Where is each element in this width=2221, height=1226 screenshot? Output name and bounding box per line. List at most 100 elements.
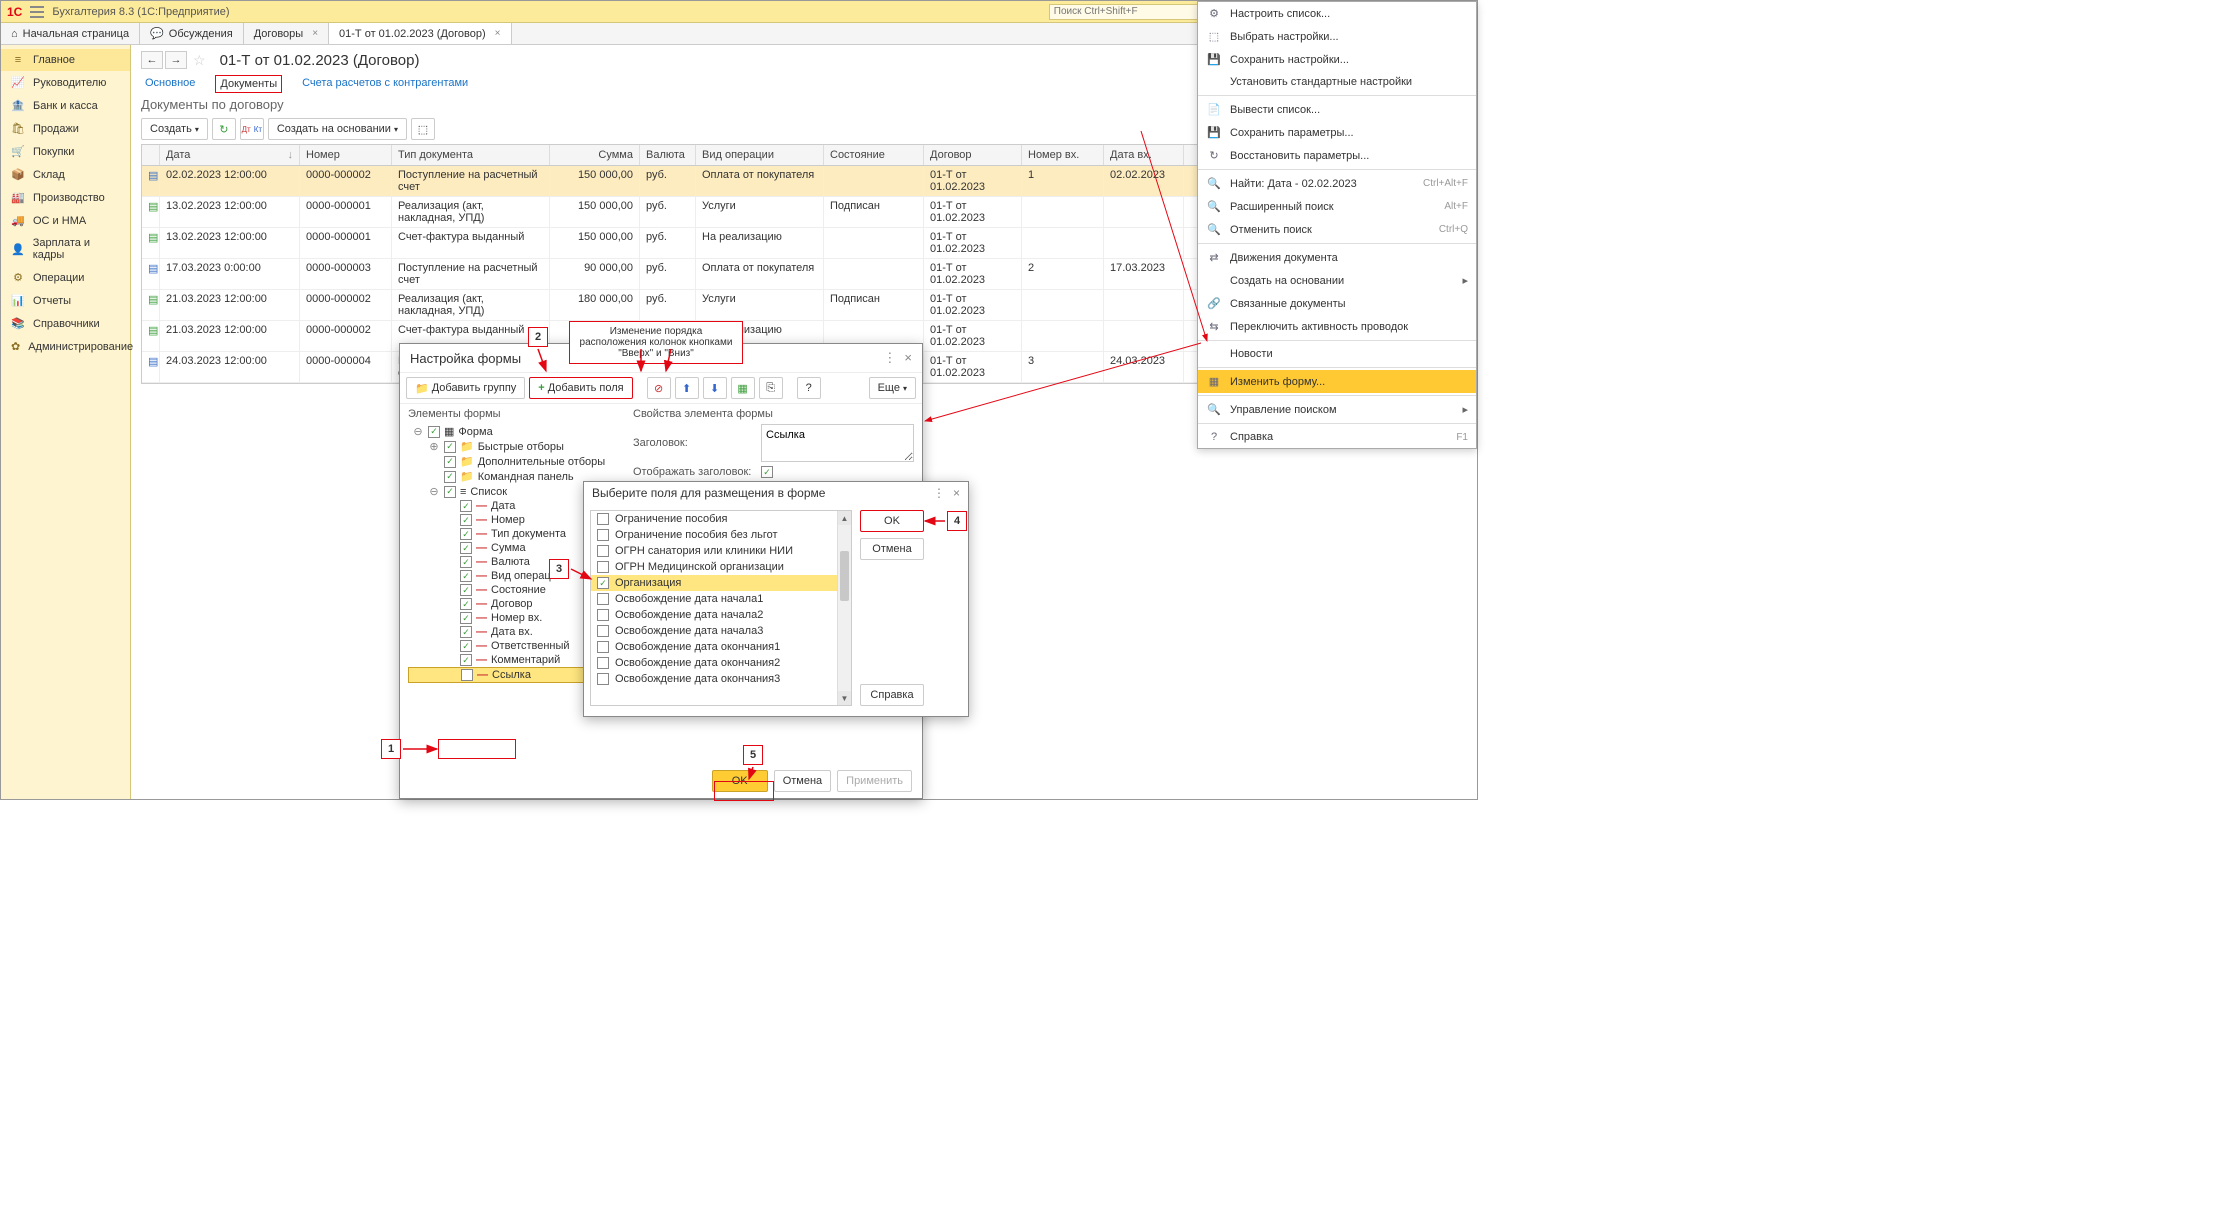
more-button[interactable]: Еще▾: [869, 377, 916, 399]
ctx-item[interactable]: 📄Вывести список...: [1198, 98, 1476, 121]
sidebar-item[interactable]: 🏭Производство: [1, 186, 130, 209]
close-icon[interactable]: ×: [953, 486, 960, 500]
ctx-item[interactable]: 🔍Управление поиском▸: [1198, 398, 1476, 421]
tree-checkbox[interactable]: [460, 556, 472, 568]
ctx-item[interactable]: ?СправкаF1: [1198, 426, 1476, 448]
delete-button[interactable]: ⊘: [647, 377, 671, 399]
help-button[interactable]: Справка: [860, 684, 924, 706]
field-checkbox[interactable]: [597, 577, 609, 589]
ctx-item[interactable]: 🔍Отменить поискCtrl+Q: [1198, 218, 1476, 241]
fields-row[interactable]: Освобождение дата начала2: [591, 607, 851, 623]
tree-checkbox[interactable]: [460, 500, 472, 512]
table-header[interactable]: Дата вх.: [1104, 145, 1184, 165]
scroll-down-icon[interactable]: ▼: [838, 691, 851, 705]
close-icon[interactable]: ×: [904, 350, 912, 366]
main-menu-icon[interactable]: [30, 6, 44, 18]
fields-row[interactable]: Организация: [591, 575, 851, 591]
help-button[interactable]: ?: [797, 377, 821, 399]
sidebar-item[interactable]: 🛒Покупки: [1, 140, 130, 163]
ctx-item[interactable]: 💾Сохранить параметры...: [1198, 121, 1476, 144]
close-icon[interactable]: ×: [495, 28, 501, 39]
dtkt-button[interactable]: ДтКт: [240, 118, 264, 140]
tree-checkbox[interactable]: [460, 514, 472, 526]
tree-row[interactable]: 📁Дополнительные отборы: [408, 454, 621, 469]
tab-contracts[interactable]: Договоры×: [244, 23, 329, 44]
sidebar-item[interactable]: 📈Руководителю: [1, 71, 130, 94]
fields-row[interactable]: Освобождение дата окончания3: [591, 671, 851, 687]
copy-button[interactable]: ⎘: [759, 377, 783, 399]
tree-checkbox[interactable]: [460, 654, 472, 666]
sidebar-item[interactable]: 🛍Продажи: [1, 117, 130, 140]
table-header[interactable]: Валюта: [640, 145, 696, 165]
sidebar-item[interactable]: ✿Администрирование: [1, 335, 130, 358]
ok-button[interactable]: OK: [712, 770, 768, 792]
table-header[interactable]: Номер: [300, 145, 392, 165]
move-up-button[interactable]: ⬆: [675, 377, 699, 399]
tree-row[interactable]: ⊕📁Быстрые отборы: [408, 439, 621, 454]
tab-home[interactable]: ⌂Начальная страница: [1, 23, 140, 44]
add-group-button[interactable]: 📁Добавить группу: [406, 377, 525, 399]
fields-row[interactable]: ОГРН Медицинской организации: [591, 559, 851, 575]
tree-checkbox[interactable]: [460, 626, 472, 638]
tree-row[interactable]: ⊖▦Форма: [408, 424, 621, 439]
fields-row[interactable]: ОГРН санатория или клиники НИИ: [591, 543, 851, 559]
sidebar-item[interactable]: 👤Зарплата и кадры: [1, 232, 130, 266]
tree-checkbox[interactable]: [461, 669, 473, 681]
field-checkbox[interactable]: [597, 641, 609, 653]
sidebar-item[interactable]: ⚙Операции: [1, 266, 130, 289]
fields-list[interactable]: Ограничение пособияОграничение пособия б…: [590, 510, 852, 706]
tree-checkbox[interactable]: [460, 584, 472, 596]
table-header[interactable]: Состояние: [824, 145, 924, 165]
ctx-item[interactable]: ▦Изменить форму...: [1198, 370, 1476, 393]
ctx-item[interactable]: ⇄Движения документа: [1198, 246, 1476, 269]
kebab-icon[interactable]: ⋮: [883, 350, 896, 366]
cancel-button[interactable]: Отмена: [860, 538, 924, 560]
scroll-up-icon[interactable]: ▲: [838, 511, 851, 525]
ok-button[interactable]: OK: [860, 510, 924, 532]
header-input[interactable]: Ссылка: [761, 424, 914, 462]
doclink-accounts[interactable]: Счета расчетов с контрагентами: [298, 75, 472, 93]
table-header[interactable]: Договор: [924, 145, 1022, 165]
ctx-item[interactable]: 🔗Связанные документы: [1198, 292, 1476, 315]
fields-row[interactable]: Ограничение пособия без льгот: [591, 527, 851, 543]
tab-discussions[interactable]: 💬Обсуждения: [140, 23, 244, 44]
sidebar-item[interactable]: ≡Главное: [1, 49, 130, 71]
structure-button[interactable]: ⬚: [411, 118, 435, 140]
field-checkbox[interactable]: [597, 545, 609, 557]
fields-row[interactable]: Освобождение дата начала1: [591, 591, 851, 607]
props-button[interactable]: ▦: [731, 377, 755, 399]
table-header[interactable]: Тип документа: [392, 145, 550, 165]
nav-back-button[interactable]: ←: [141, 51, 163, 69]
field-checkbox[interactable]: [597, 593, 609, 605]
doclink-main[interactable]: Основное: [141, 75, 199, 93]
tree-checkbox[interactable]: [444, 471, 456, 483]
field-checkbox[interactable]: [597, 561, 609, 573]
doclink-documents[interactable]: Документы: [215, 75, 282, 93]
table-header[interactable]: Вид операции: [696, 145, 824, 165]
ctx-item[interactable]: Новости: [1198, 343, 1476, 365]
expand-icon[interactable]: ⊖: [428, 485, 440, 498]
ctx-item[interactable]: ⬚Выбрать настройки...: [1198, 25, 1476, 48]
nav-fwd-button[interactable]: →: [165, 51, 187, 69]
field-checkbox[interactable]: [597, 657, 609, 669]
tab-contract-doc[interactable]: 01-Т от 01.02.2023 (Договор)×: [329, 23, 511, 44]
fields-row[interactable]: Освобождение дата начала3: [591, 623, 851, 639]
tree-checkbox[interactable]: [460, 598, 472, 610]
field-checkbox[interactable]: [597, 673, 609, 685]
scroll-thumb[interactable]: [840, 551, 849, 601]
sidebar-item[interactable]: 📦Склад: [1, 163, 130, 186]
ctx-item[interactable]: 💾Сохранить настройки...: [1198, 48, 1476, 71]
apply-button[interactable]: Применить: [837, 770, 912, 792]
fields-row[interactable]: Освобождение дата окончания1: [591, 639, 851, 655]
tree-checkbox[interactable]: [460, 612, 472, 624]
field-checkbox[interactable]: [597, 609, 609, 621]
fields-row[interactable]: Освобождение дата окончания2: [591, 655, 851, 671]
ctx-item[interactable]: ⚙Настроить список...: [1198, 2, 1476, 25]
refresh-button[interactable]: ↻: [212, 118, 236, 140]
tree-checkbox[interactable]: [444, 441, 456, 453]
fields-row[interactable]: Ограничение пособия: [591, 511, 851, 527]
tree-checkbox[interactable]: [428, 426, 440, 438]
expand-icon[interactable]: ⊖: [412, 425, 424, 438]
close-icon[interactable]: ×: [312, 28, 318, 39]
ctx-item[interactable]: 🔍Найти: Дата - 02.02.2023Ctrl+Alt+F: [1198, 172, 1476, 195]
